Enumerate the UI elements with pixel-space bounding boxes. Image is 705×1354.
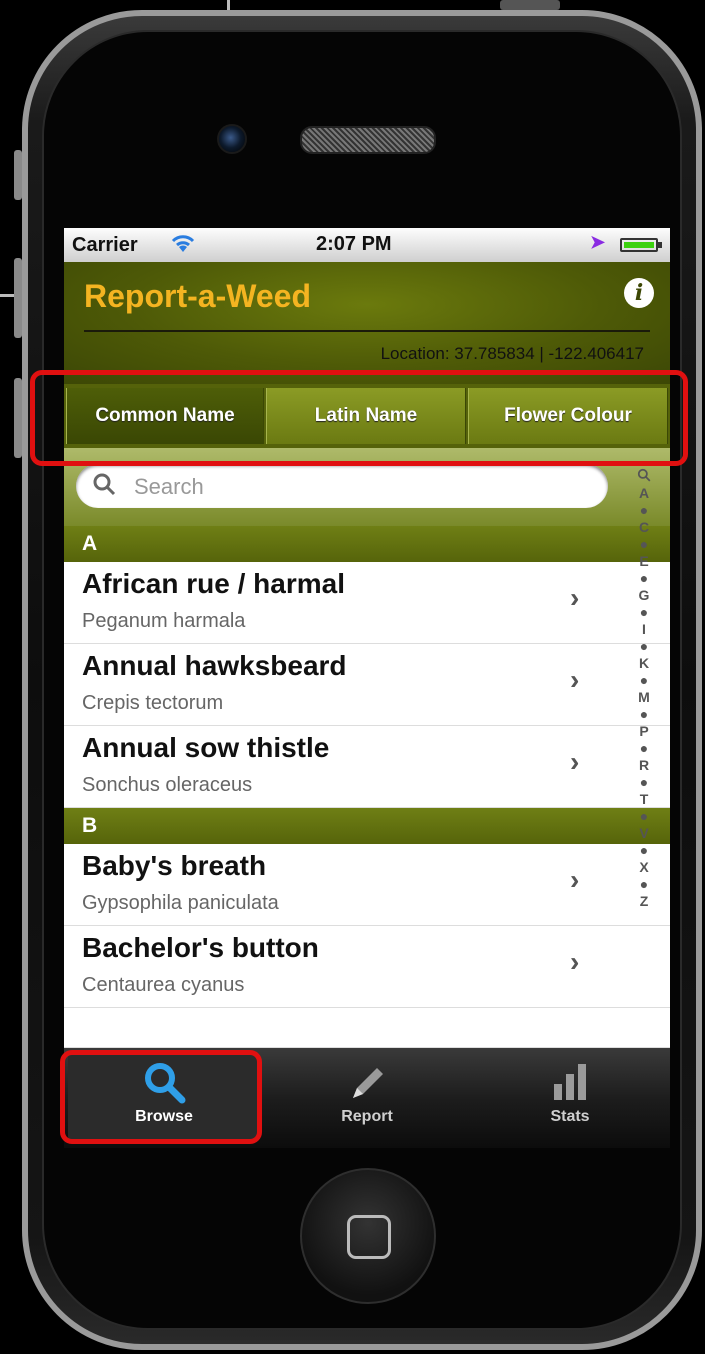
earpiece-speaker xyxy=(300,126,436,154)
index-letter[interactable]: ● xyxy=(630,502,658,519)
index-letter[interactable]: T xyxy=(630,791,658,808)
segment-latin-name[interactable]: Latin Name xyxy=(266,388,466,444)
front-camera xyxy=(217,124,247,154)
index-letter[interactable]: ● xyxy=(630,706,658,723)
index-letter[interactable]: ● xyxy=(630,774,658,791)
section-header: A xyxy=(64,526,670,562)
index-letter[interactable]: ● xyxy=(630,740,658,757)
section-header: B xyxy=(64,808,670,844)
list-item[interactable]: Bachelor's button Centaurea cyanus › xyxy=(64,926,670,1008)
index-letter[interactable]: A xyxy=(630,485,658,502)
index-letter[interactable]: E xyxy=(630,553,658,570)
index-letter[interactable]: ● xyxy=(630,536,658,553)
index-letter[interactable]: X xyxy=(630,859,658,876)
volume-down-button xyxy=(14,378,22,458)
location-arrow-icon: ➤ xyxy=(590,232,606,252)
battery-icon xyxy=(620,238,658,252)
search-bar xyxy=(64,448,670,527)
item-common-name: Bachelor's button xyxy=(82,932,319,963)
index-letter[interactable]: ● xyxy=(630,604,658,621)
item-common-name: Baby's breath xyxy=(82,850,267,881)
index-search-icon[interactable] xyxy=(630,468,658,485)
index-letter[interactable]: R xyxy=(630,757,658,774)
chevron-right-icon: › xyxy=(570,864,580,895)
index-letter[interactable]: V xyxy=(630,825,658,842)
tab-report[interactable]: Report xyxy=(271,1052,463,1142)
item-latin-name: Crepis tectorum xyxy=(82,692,224,714)
segment-common-name[interactable]: Common Name xyxy=(66,388,264,444)
index-letter[interactable]: M xyxy=(630,689,658,706)
tab-stats[interactable]: Stats xyxy=(474,1052,666,1142)
item-common-name: African rue / harmal xyxy=(82,568,345,599)
list-item[interactable]: African rue / harmal Peganum harmala › xyxy=(64,562,670,644)
mute-switch xyxy=(14,150,22,200)
battery-tip xyxy=(658,242,662,248)
home-button[interactable] xyxy=(300,1168,436,1304)
tab-label: Browse xyxy=(135,1108,193,1125)
search-field[interactable] xyxy=(76,464,608,508)
item-common-name: Annual hawksbeard xyxy=(82,650,347,681)
app-screen: Carrier 2:07 PM ➤ Report-a-Weed i Locati… xyxy=(64,228,670,1148)
list-item[interactable]: Baby's breath Gypsophila paniculata › xyxy=(64,844,670,926)
index-letter[interactable]: K xyxy=(630,655,658,672)
index-letter[interactable]: ● xyxy=(630,876,658,893)
chevron-right-icon: › xyxy=(570,746,580,777)
tab-label: Stats xyxy=(550,1108,590,1125)
chevron-right-icon: › xyxy=(570,946,580,977)
clock: 2:07 PM xyxy=(316,233,392,255)
index-letter[interactable]: G xyxy=(630,587,658,604)
search-icon xyxy=(68,1060,260,1108)
chevron-right-icon: › xyxy=(570,582,580,613)
volume-up-button xyxy=(14,258,22,338)
sort-segmented-control: Common Name Latin Name Flower Colour xyxy=(64,384,670,448)
home-square-icon xyxy=(347,1215,391,1259)
index-letter[interactable]: ● xyxy=(630,808,658,825)
search-input[interactable] xyxy=(132,470,596,504)
tab-browse[interactable]: Browse xyxy=(68,1052,260,1142)
power-button xyxy=(500,0,560,10)
index-letter[interactable]: ● xyxy=(630,570,658,587)
list-item[interactable] xyxy=(64,1008,670,1048)
pencil-icon xyxy=(271,1060,463,1108)
index-letter[interactable]: ● xyxy=(630,672,658,689)
chevron-right-icon: › xyxy=(570,664,580,695)
location-label: Location: 37.785834 | -122.406417 xyxy=(380,344,644,363)
bar-chart-icon xyxy=(474,1060,666,1108)
tab-bar: Browse Report Stats xyxy=(64,1048,670,1148)
index-letter[interactable]: ● xyxy=(630,842,658,859)
carrier-label: Carrier xyxy=(72,234,138,256)
status-bar: Carrier 2:07 PM ➤ xyxy=(64,228,670,263)
item-common-name: Annual sow thistle xyxy=(82,732,330,763)
wifi-icon xyxy=(168,232,198,260)
index-letter[interactable]: C xyxy=(630,519,658,536)
segment-flower-colour[interactable]: Flower Colour xyxy=(468,388,668,444)
item-latin-name: Centaurea cyanus xyxy=(82,974,245,996)
info-icon[interactable]: i xyxy=(624,278,654,308)
index-letter[interactable]: ● xyxy=(630,638,658,655)
index-letter[interactable]: P xyxy=(630,723,658,740)
item-latin-name: Peganum harmala xyxy=(82,610,246,632)
app-title: Report-a-Weed xyxy=(84,278,311,314)
index-letter[interactable]: Z xyxy=(630,893,658,910)
app-header: Report-a-Weed i Location: 37.785834 | -1… xyxy=(64,262,670,384)
list-item[interactable]: Annual hawksbeard Crepis tectorum › xyxy=(64,644,670,726)
item-latin-name: Sonchus oleraceus xyxy=(82,774,253,796)
tab-label: Report xyxy=(341,1108,393,1125)
index-letter[interactable]: I xyxy=(630,621,658,638)
header-divider xyxy=(84,330,650,332)
list-item[interactable]: Annual sow thistle Sonchus oleraceus › xyxy=(64,726,670,808)
search-icon xyxy=(92,472,116,503)
section-index[interactable]: A ● C ● E ● G ● I ● K ● M ● P ● R ● T ● … xyxy=(630,468,658,1028)
item-latin-name: Gypsophila paniculata xyxy=(82,892,279,914)
